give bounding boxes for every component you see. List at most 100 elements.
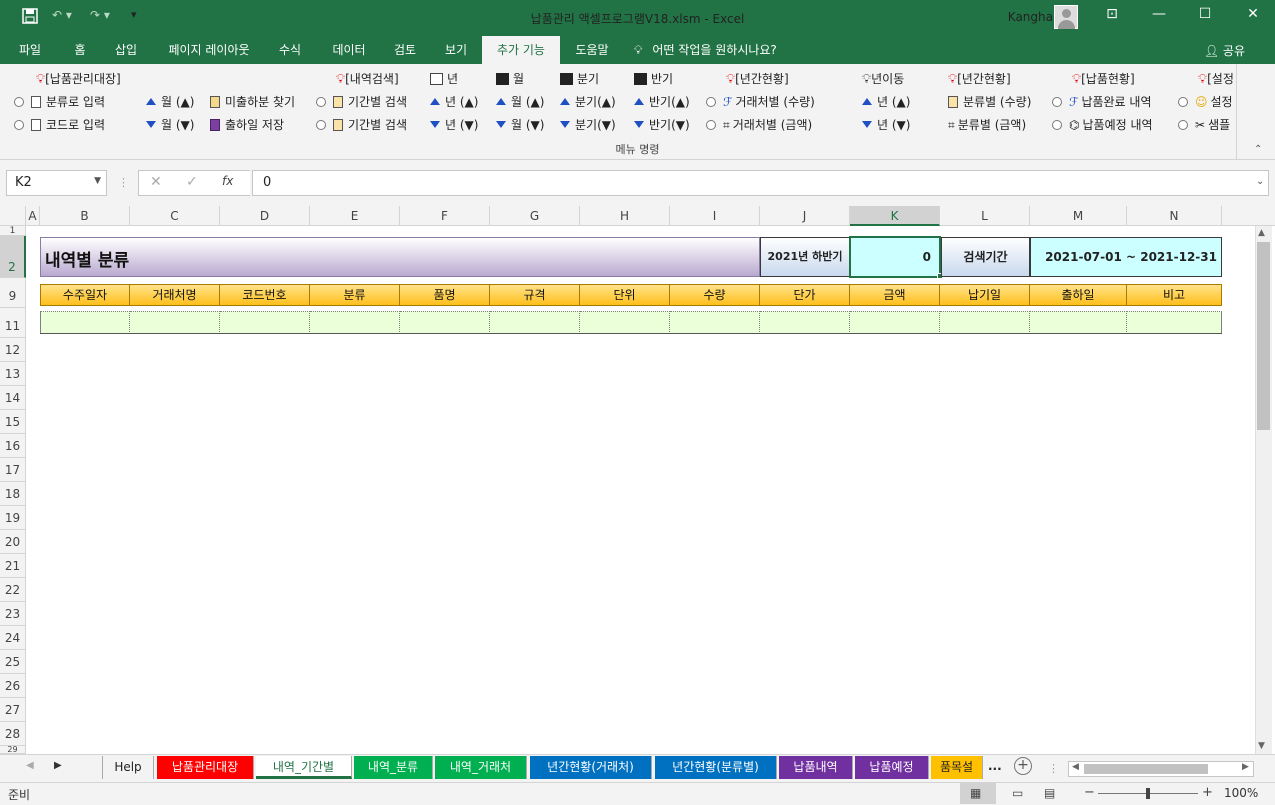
ribbon-item-category-qty[interactable]: 분류별 (수량): [948, 94, 1031, 110]
data-cell[interactable]: [1127, 311, 1222, 334]
page-layout-icon[interactable]: ▭: [1012, 786, 1023, 800]
zoom-in-icon[interactable]: +: [1202, 785, 1213, 800]
ribbon-item-input-by-code[interactable]: 코드로 입력: [14, 117, 105, 133]
ribbon-item-month[interactable]: 월: [496, 71, 524, 87]
sheet-tab-ledger[interactable]: 납품관리대장: [157, 756, 254, 779]
row-header-13[interactable]: 13: [0, 362, 26, 386]
more-sheets[interactable]: ...: [988, 759, 1002, 773]
col-header-l[interactable]: L: [940, 206, 1030, 226]
ribbon-item-scheduled-list[interactable]: ⌬ 납품예정 내역: [1052, 117, 1153, 133]
prev-sheet-icon[interactable]: ◀: [26, 760, 34, 771]
sheet-tab-delivered[interactable]: 납품내역: [779, 756, 853, 779]
ribbon-item-month-down[interactable]: 월 (▼): [146, 117, 194, 133]
chevron-down-icon[interactable]: ▼: [94, 176, 101, 186]
splitter-icon[interactable]: ⋮: [1048, 762, 1059, 775]
ribbon-item-client-qty[interactable]: ℱ 거래처별 (수량): [706, 94, 815, 110]
row-header-29[interactable]: 29: [0, 746, 26, 754]
col-header-c[interactable]: C: [130, 206, 220, 226]
tab-formulas[interactable]: 수식: [270, 36, 310, 64]
data-cell[interactable]: [400, 311, 490, 334]
header-amount[interactable]: 금액: [850, 284, 940, 306]
row-header-2[interactable]: 2: [0, 236, 26, 278]
sheet-tab-category[interactable]: 내역_분류: [354, 756, 433, 779]
col-header-a[interactable]: A: [26, 206, 40, 226]
ribbon-item-settings[interactable]: ☺ 설정: [1178, 94, 1233, 110]
tab-home[interactable]: 홈: [62, 36, 98, 64]
row-header-9[interactable]: 9: [0, 278, 26, 308]
row-header-19[interactable]: 19: [0, 506, 26, 530]
ribbon-item-year-move-up[interactable]: 년 (▲): [862, 94, 910, 110]
tab-review[interactable]: 검토: [384, 36, 426, 64]
sheet-tab-scheduled[interactable]: 납품예정: [855, 756, 929, 779]
ribbon-item-month-up[interactable]: 월 (▲): [146, 94, 194, 110]
sheet-tab-annual-category[interactable]: 년간현황(분류별): [655, 756, 777, 779]
ribbon-item-annual-header-2[interactable]: 💡︎[년간현황]: [948, 71, 1011, 88]
row-header-23[interactable]: 23: [0, 602, 26, 626]
ribbon-item-client-amount[interactable]: ⌗ 거래처별 (금액): [706, 117, 812, 133]
tab-insert[interactable]: 삽입: [106, 36, 146, 64]
ribbon-item-quarter-up[interactable]: 분기(▲): [560, 94, 616, 110]
avatar[interactable]: [1054, 5, 1078, 29]
minimize-icon[interactable]: —: [1144, 6, 1174, 28]
data-cell[interactable]: [760, 311, 850, 334]
ribbon-item-year-move-down[interactable]: 년 (▼): [862, 117, 910, 133]
scroll-right-icon[interactable]: ▶: [1242, 762, 1249, 772]
header-unit-price[interactable]: 단가: [760, 284, 850, 306]
header-ship-date[interactable]: 출하일: [1030, 284, 1127, 306]
col-header-m[interactable]: M: [1030, 206, 1127, 226]
row-header-22[interactable]: 22: [0, 578, 26, 602]
page-break-icon[interactable]: ▤: [1044, 786, 1055, 800]
period-label-cell[interactable]: 2021년 하반기: [760, 237, 850, 277]
row-header-18[interactable]: 18: [0, 482, 26, 506]
zoom-slider-thumb[interactable]: [1146, 788, 1150, 799]
date-range-cell[interactable]: 2021-07-01 ~ 2021-12-31: [1030, 237, 1222, 277]
col-header-i[interactable]: I: [670, 206, 760, 226]
row-header-14[interactable]: 14: [0, 386, 26, 410]
ribbon-item-year-up[interactable]: 년 (▲): [430, 94, 478, 110]
data-cell[interactable]: [1030, 311, 1127, 334]
cancel-icon[interactable]: ✕: [150, 174, 162, 190]
tab-add-ins[interactable]: 추가 기능: [482, 36, 560, 64]
data-cell[interactable]: [130, 311, 220, 334]
ribbon-item-ledger-header[interactable]: 💡︎[납품관리대장]: [36, 71, 121, 88]
ribbon-item-find-unshipped[interactable]: 미출하분 찾기: [210, 94, 295, 110]
horizontal-scroll-thumb[interactable]: [1084, 764, 1208, 774]
sheet-tab-items[interactable]: 품목설: [931, 756, 983, 779]
header-due-date[interactable]: 납기일: [940, 284, 1030, 306]
ribbon-item-quarter[interactable]: 분기: [560, 71, 599, 87]
header-client-name[interactable]: 거래처명: [130, 284, 220, 306]
header-notes[interactable]: 비고: [1127, 284, 1222, 306]
row-header-17[interactable]: 17: [0, 458, 26, 482]
data-cell[interactable]: [310, 311, 400, 334]
row-header-16[interactable]: 16: [0, 434, 26, 458]
ribbon-item-year-down[interactable]: 년 (▼): [430, 117, 478, 133]
maximize-icon[interactable]: ☐: [1190, 6, 1220, 28]
sheet-tab-period[interactable]: 내역_기간별: [256, 756, 352, 779]
ribbon-item-delivered-list[interactable]: ℱ 납품완료 내역: [1052, 94, 1152, 110]
ribbon-item-search-header[interactable]: 💡︎[내역검색]: [336, 71, 399, 88]
row-header-11[interactable]: 11: [0, 308, 26, 338]
col-header-h[interactable]: H: [580, 206, 670, 226]
scroll-thumb[interactable]: [1257, 242, 1270, 430]
col-header-k[interactable]: K: [850, 206, 940, 226]
sheet-tab-client[interactable]: 내역_거래처: [435, 756, 527, 779]
ribbon-item-half-up[interactable]: 반기(▲): [634, 94, 690, 110]
header-order-date[interactable]: 수주일자: [40, 284, 130, 306]
next-sheet-icon[interactable]: ▶: [54, 760, 62, 771]
header-category[interactable]: 분류: [310, 284, 400, 306]
data-cell[interactable]: [850, 311, 940, 334]
ribbon-item-category-amount[interactable]: ⌗ 분류별 (금액): [948, 117, 1026, 133]
ribbon-item-period-search-1[interactable]: 기간별 검색: [316, 94, 407, 110]
header-quantity[interactable]: 수량: [670, 284, 760, 306]
ribbon-item-sample[interactable]: ✂ 샘플: [1178, 117, 1230, 133]
col-header-g[interactable]: G: [490, 206, 580, 226]
row-header-12[interactable]: 12: [0, 338, 26, 362]
sheet-tab-help[interactable]: Help: [102, 756, 154, 779]
col-header-d[interactable]: D: [220, 206, 310, 226]
row-header-25[interactable]: 25: [0, 650, 26, 674]
row-header-21[interactable]: 21: [0, 554, 26, 578]
row-header-27[interactable]: 27: [0, 698, 26, 722]
select-all[interactable]: [0, 206, 26, 226]
ribbon-item-half-down[interactable]: 반기(▼): [634, 117, 690, 133]
scroll-down-icon[interactable]: ▼: [1258, 741, 1265, 751]
